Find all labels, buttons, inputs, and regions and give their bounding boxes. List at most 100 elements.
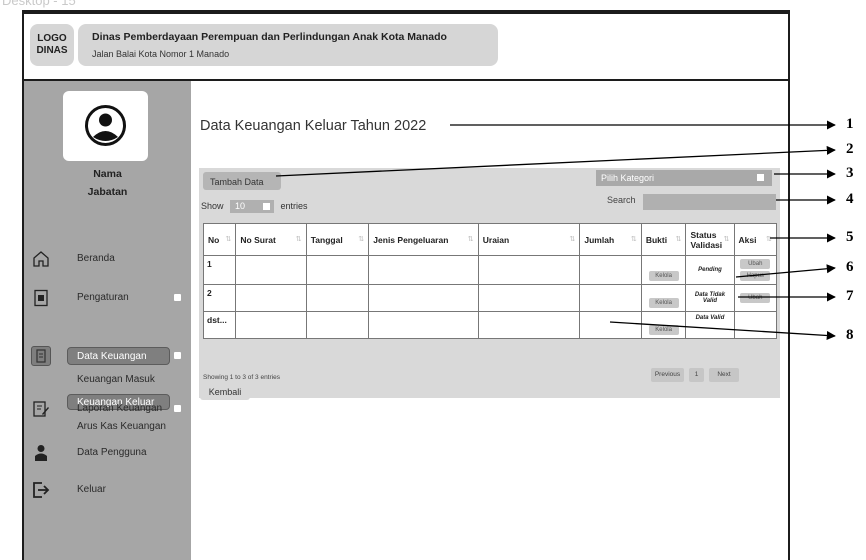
home-icon	[33, 251, 49, 267]
annotation-number: 3	[846, 165, 854, 181]
cell	[368, 311, 479, 339]
sidebar-subitem-arus-kas[interactable]: Arus Kas Keuangan	[77, 421, 166, 432]
category-select[interactable]: Pilih Kategori	[596, 170, 772, 186]
annotation-number: 5	[846, 229, 854, 245]
status-text: Data Valid	[695, 315, 725, 321]
table-row: 2 Kelola Data Tidak Valid Ubah	[202, 284, 777, 312]
column-header[interactable]: Jenis Pengeluaran ⇅	[368, 223, 479, 256]
search-input[interactable]	[643, 194, 776, 210]
next-button[interactable]: Next	[709, 368, 739, 382]
sort-icon: ⇅	[630, 236, 637, 243]
annotation-number: 8	[846, 327, 854, 343]
show-label: Show	[201, 200, 224, 211]
sidebar: Nama Jabatan Beranda Pengaturan Data Keu…	[24, 81, 191, 560]
cell	[579, 311, 642, 339]
cell-bukti: Kelola	[640, 255, 687, 285]
sidebar-item-pengaturan[interactable]: Pengaturan	[77, 292, 129, 303]
sort-icon: ⇅	[766, 236, 772, 243]
column-label: Bukti	[645, 234, 668, 245]
cell	[477, 255, 581, 285]
sort-icon: ⇅	[675, 236, 682, 243]
profile-card	[63, 91, 148, 161]
cell	[235, 284, 307, 312]
delete-button[interactable]: Hapus	[740, 271, 771, 281]
cell-actions	[733, 311, 777, 339]
search-label: Search	[607, 195, 636, 205]
annotation-number: 6	[846, 259, 854, 275]
back-button[interactable]: Kembali	[200, 384, 250, 400]
category-select-value: Pilih Kategori	[601, 173, 655, 183]
sidebar-subitem-keuangan-masuk[interactable]: Keuangan Masuk	[77, 374, 155, 385]
cell-no: 1	[202, 255, 237, 285]
annotation-number: 4	[846, 191, 854, 207]
cell	[235, 255, 307, 285]
sort-icon: ⇅	[723, 236, 730, 243]
column-header[interactable]: Uraian ⇅	[477, 223, 581, 256]
cell	[235, 311, 307, 339]
sidebar-item-beranda[interactable]: Beranda	[77, 253, 115, 264]
annotation-number: 1	[846, 116, 854, 132]
column-label: Jumlah	[584, 234, 615, 245]
column-header[interactable]: Bukti ⇅	[640, 223, 687, 256]
sidebar-item-data-pengguna[interactable]: Data Pengguna	[77, 447, 147, 458]
entries-control: Show 10 entries	[201, 200, 308, 213]
column-header[interactable]: No Surat ⇅	[235, 223, 307, 256]
chevron-down-icon[interactable]	[174, 405, 181, 412]
chevron-down-icon[interactable]	[174, 294, 181, 301]
table-row: dst... Kelola Data Valid	[202, 311, 777, 339]
manage-proof-button[interactable]: Kelola	[648, 271, 679, 281]
cell-bukti: Kelola	[640, 311, 687, 339]
cell-bukti: Kelola	[640, 284, 687, 312]
edit-button[interactable]: Ubah	[740, 293, 771, 303]
annotation-number: 2	[846, 141, 854, 157]
column-header[interactable]: Aksi ⇅	[733, 223, 777, 256]
column-header[interactable]: Status Validasi ⇅	[685, 223, 735, 256]
data-table: No ⇅ No Surat ⇅ Tanggal ⇅ Jenis Pengeluaran…	[202, 223, 777, 339]
frame-label: Desktop - 15	[2, 0, 76, 8]
chevron-down-icon	[757, 174, 764, 181]
table-header-row: No ⇅ No Surat ⇅ Tanggal ⇅ Jenis Pengeluaran…	[202, 223, 777, 256]
previous-button[interactable]: Previous	[651, 368, 684, 382]
cell-actions: Ubah	[733, 284, 777, 312]
entries-value: 10	[235, 201, 246, 211]
sidebar-item-keluar[interactable]: Keluar	[77, 484, 106, 495]
manage-proof-button[interactable]: Kelola	[648, 325, 679, 335]
entries-label: entries	[280, 200, 308, 211]
settings-file-icon	[34, 289, 48, 307]
cell	[368, 255, 479, 285]
sidebar-item-laporan-keuangan[interactable]: Laporan Keuangan	[77, 403, 162, 414]
column-label: Uraian	[482, 234, 510, 245]
cell	[305, 284, 370, 312]
status-text: Data Tidak Valid	[694, 292, 726, 304]
chevron-down-icon[interactable]	[174, 352, 181, 359]
cell-status: Data Tidak Valid	[685, 284, 735, 312]
cell	[368, 284, 479, 312]
cell	[477, 311, 581, 339]
edit-button[interactable]: Ubah	[740, 259, 771, 269]
cell-status: Data Valid	[685, 311, 735, 339]
cell-no: 2	[202, 284, 237, 312]
user-icon	[35, 445, 47, 461]
page-title: Data Keuangan Keluar Tahun 2022	[200, 118, 427, 134]
header: LOGO DINAS Dinas Pemberdayaan Perempuan …	[24, 14, 788, 79]
sort-icon: ⇅	[295, 236, 302, 243]
manage-proof-button[interactable]: Kelola	[648, 298, 679, 308]
column-header[interactable]: Jumlah ⇅	[579, 223, 642, 256]
sort-icon: ⇅	[358, 236, 365, 243]
add-data-button[interactable]: Tambah Data	[203, 172, 281, 190]
cell	[579, 284, 642, 312]
report-edit-icon	[33, 401, 49, 417]
chevron-down-icon	[263, 203, 271, 210]
entries-select[interactable]: 10	[230, 200, 275, 213]
column-header[interactable]: No ⇅	[202, 223, 237, 256]
profile-role: Jabatan	[87, 186, 128, 198]
sidebar-item-data-keuangan[interactable]: Data Keuangan	[77, 351, 147, 362]
data-panel: Tambah Data Pilih Kategori Show 10 entri…	[199, 168, 780, 398]
column-label: Aksi	[738, 234, 757, 245]
organization-address: Jalan Balai Kota Nomor 1 Manado	[92, 49, 230, 59]
column-label: Status Validasi	[690, 229, 723, 250]
column-label: No Surat	[240, 234, 276, 245]
logout-icon	[33, 482, 50, 498]
page-button[interactable]: 1	[689, 368, 704, 382]
column-header[interactable]: Tanggal ⇅	[305, 223, 370, 256]
